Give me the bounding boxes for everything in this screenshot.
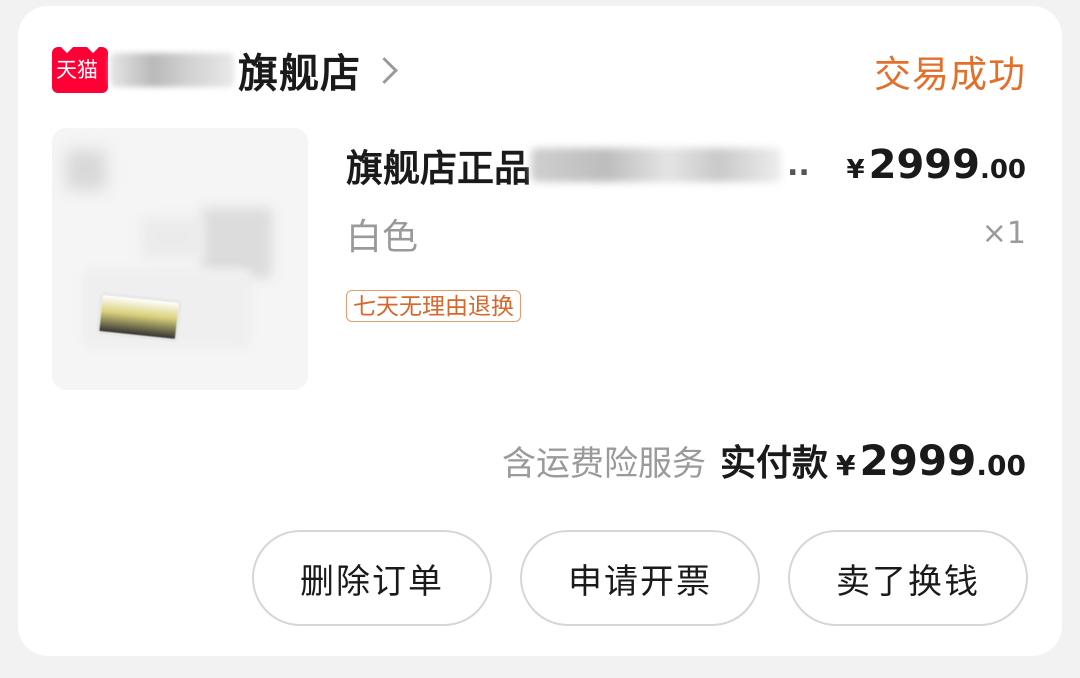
device-screen	[96, 291, 182, 343]
shipping-insurance-note: 含运费险服务	[501, 444, 706, 484]
return-policy-tag: 七天无理由退换	[346, 290, 521, 322]
product-quantity: ×1	[981, 216, 1026, 251]
paid-amount-label: 实付款	[719, 443, 828, 484]
price-integer: 2999	[868, 142, 980, 188]
request-invoice-button[interactable]: 申请开票	[520, 530, 760, 626]
product-title-redacted	[531, 148, 781, 182]
product-title[interactable]: 旗舰店正品	[346, 138, 531, 192]
chevron-right-icon[interactable]	[371, 56, 398, 84]
product-title-row[interactable]: 旗舰店正品 ..	[346, 138, 810, 192]
image-blur-region	[142, 218, 202, 258]
product-image[interactable]	[52, 128, 308, 390]
product-variant: 白色	[346, 217, 419, 258]
store-name-redacted	[110, 53, 234, 87]
currency-symbol: ¥	[846, 155, 865, 185]
resell-button[interactable]: 卖了换钱	[788, 530, 1028, 626]
store-name[interactable]: 旗舰店	[238, 41, 361, 99]
price-decimal: .00	[979, 155, 1026, 185]
delete-order-button[interactable]: 删除订单	[252, 530, 492, 626]
store-header[interactable]: 天猫 旗舰店	[52, 41, 398, 99]
currency-symbol: ¥	[836, 449, 856, 482]
paid-amount-decimal: .00	[976, 449, 1026, 482]
order-status: 交易成功	[874, 53, 1026, 96]
image-blur-region	[66, 150, 106, 190]
title-ellipsis: ..	[787, 147, 810, 183]
unit-price: ¥ 2999 .00	[847, 142, 1026, 188]
payment-summary: 含运费险服务 实付款 ¥ 2999 .00	[502, 434, 1026, 486]
order-card[interactable]: 天猫 旗舰店 交易成功 旗舰店正品 .. ¥ 2999 .00 白色 ×1 七天…	[18, 6, 1062, 656]
tmall-logo-icon: 天猫	[52, 47, 108, 93]
paid-amount-integer: 2999	[859, 436, 977, 485]
